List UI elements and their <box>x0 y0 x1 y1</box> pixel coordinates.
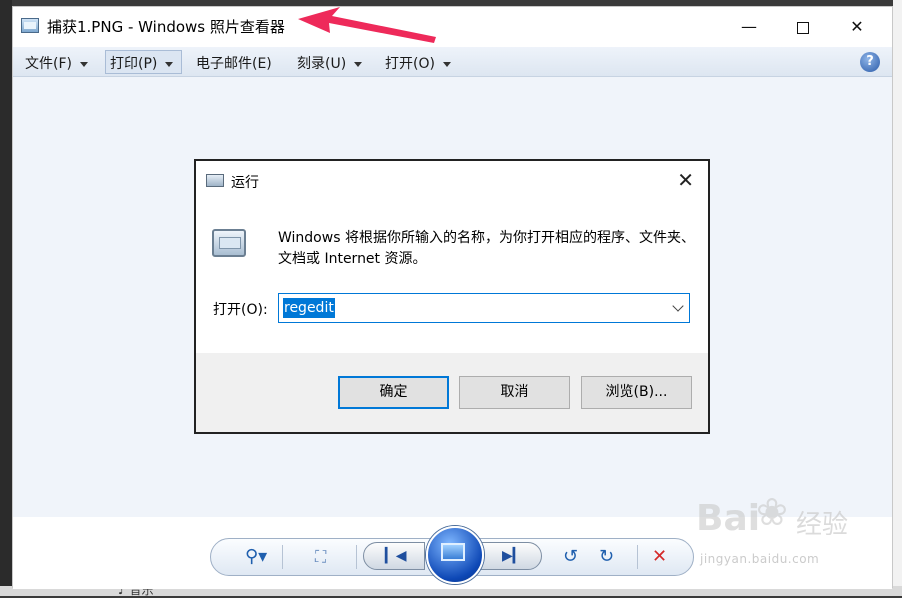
run-description: Windows 将根据你所输入的名称，为你打开相应的程序、文件夹、文档或 Int… <box>278 230 695 267</box>
run-dialog-title: 运行 <box>231 175 259 191</box>
menu-file-label: 文件(F) <box>25 56 72 72</box>
menu-bar: 文件(F) 打印(P) 电子邮件(E) 刻录(U) 打开(O) ? <box>13 47 892 77</box>
cancel-button[interactable]: 取消 <box>459 376 570 409</box>
next-button[interactable]: ▶▎ <box>480 542 542 570</box>
run-app-icon <box>206 174 224 187</box>
next-icon: ▶▎ <box>502 548 524 564</box>
actual-size-icon[interactable]: ⛶ <box>315 546 326 568</box>
chevron-down-icon <box>165 61 174 67</box>
minimize-button[interactable]: — <box>726 12 772 42</box>
menu-burn-label: 刻录(U) <box>297 56 347 72</box>
rotate-counterclockwise-icon[interactable]: ↺ <box>563 546 578 568</box>
title-bar[interactable]: 捕获1.PNG - Windows 照片查看器 — ✕ <box>13 7 892 47</box>
watermark-url: jingyan.baidu.com <box>700 552 820 566</box>
zoom-icon[interactable]: ⚲▾ <box>245 546 267 568</box>
annotation-arrow-icon <box>298 7 436 43</box>
run-dialog-body: Windows 将根据你所输入的名称，为你打开相应的程序、文件夹、文档或 Int… <box>196 201 708 353</box>
open-field-label: 打开(O): <box>213 302 268 318</box>
chevron-down-icon[interactable] <box>672 300 684 312</box>
help-icon[interactable]: ? <box>860 52 880 72</box>
menu-file[interactable]: 文件(F) <box>25 53 88 73</box>
open-input-value: regedit <box>283 298 335 318</box>
chevron-down-icon <box>354 61 363 67</box>
slideshow-icon <box>441 543 465 561</box>
open-combobox-input[interactable]: regedit <box>278 293 690 323</box>
menu-print[interactable]: 打印(P) <box>110 53 174 73</box>
run-program-icon <box>212 229 246 257</box>
background-window-left <box>0 0 12 596</box>
ok-button[interactable]: 确定 <box>338 376 449 409</box>
run-dialog: 运行 ✕ Windows 将根据你所输入的名称，为你打开相应的程序、文件夹、文档… <box>194 159 710 434</box>
chevron-down-icon <box>79 61 88 67</box>
chevron-down-icon <box>442 61 451 67</box>
menu-burn[interactable]: 刻录(U) <box>297 53 363 73</box>
menu-email-label: 电子邮件(E) <box>196 56 272 72</box>
maximize-button[interactable] <box>780 12 826 42</box>
toolbar-separator <box>637 545 638 569</box>
browse-button[interactable]: 浏览(B)... <box>581 376 692 409</box>
run-title-bar[interactable]: 运行 ✕ <box>196 161 708 201</box>
slideshow-button[interactable] <box>426 526 484 584</box>
photo-viewer-app-icon <box>21 18 39 33</box>
menu-print-label: 打印(P) <box>110 56 158 72</box>
close-button[interactable]: ✕ <box>834 12 880 42</box>
toolbar-separator <box>282 545 283 569</box>
paw-icon: ❀ <box>756 490 788 534</box>
menu-email[interactable]: 电子邮件(E) <box>196 53 272 73</box>
rotate-clockwise-icon[interactable]: ↻ <box>599 546 614 568</box>
delete-icon[interactable]: ✕ <box>652 546 667 568</box>
window-title: 捕获1.PNG - Windows 照片查看器 <box>47 18 285 36</box>
run-close-button[interactable]: ✕ <box>677 168 694 192</box>
maximize-icon <box>797 21 809 34</box>
previous-icon: ▎◀ <box>385 548 407 564</box>
menu-open-label: 打开(O) <box>385 56 435 72</box>
watermark-brand: Bai <box>696 498 761 539</box>
previous-button[interactable]: ▎◀ <box>363 542 425 570</box>
baidu-watermark: Bai ❀ 经验 jingyan.baidu.com <box>690 490 890 580</box>
watermark-cn: 经验 <box>796 510 849 540</box>
background-window-right <box>893 0 902 596</box>
menu-open[interactable]: 打开(O) <box>385 53 451 73</box>
toolbar-separator <box>356 545 357 569</box>
